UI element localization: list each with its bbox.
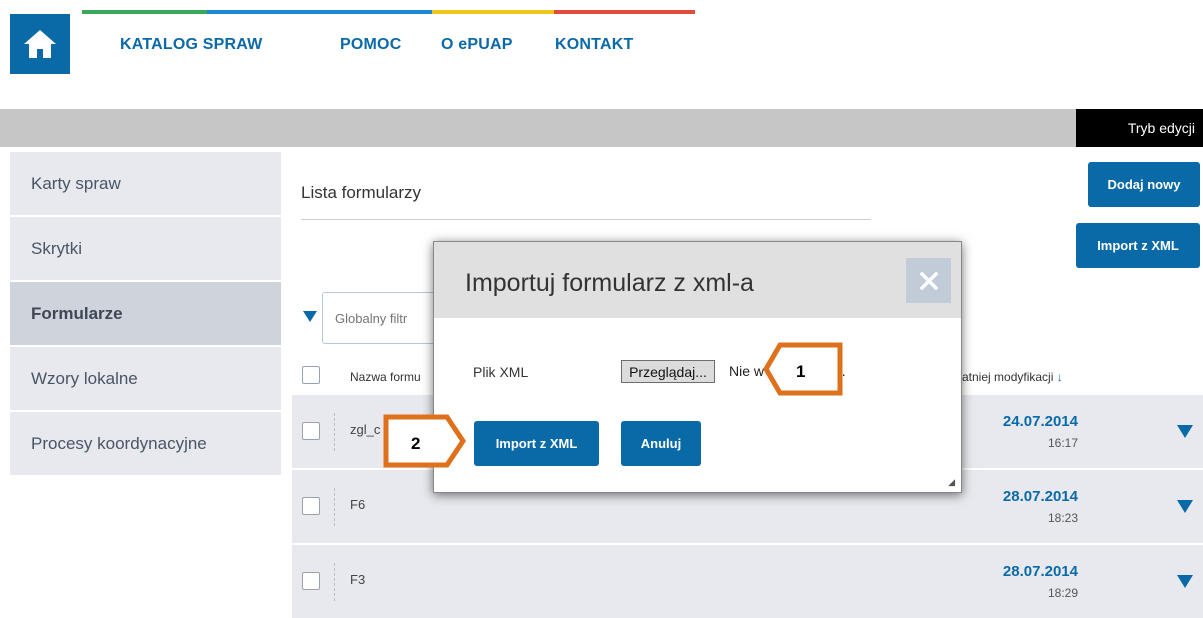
dialog-import-button[interactable]: Import z XML bbox=[474, 421, 599, 466]
select-all-checkbox[interactable] bbox=[302, 366, 320, 384]
import-xml-button[interactable]: Import z XML bbox=[1076, 223, 1200, 268]
sidebar-item-formularze[interactable]: Formularze bbox=[10, 282, 281, 347]
chevron-down-icon[interactable] bbox=[1177, 425, 1193, 438]
page-title: Lista formularzy bbox=[301, 183, 421, 202]
add-new-button[interactable]: Dodaj nowy bbox=[1088, 162, 1200, 207]
column-header-modified[interactable]: atniej modyfikacji ↓ bbox=[962, 370, 1063, 384]
close-icon bbox=[919, 271, 938, 290]
callout-2-number: 2 bbox=[411, 434, 420, 453]
home-button[interactable] bbox=[10, 14, 70, 74]
file-field-label: Plik XML bbox=[473, 364, 529, 380]
resize-handle-icon[interactable]: ◢ bbox=[948, 477, 955, 488]
browse-file-button[interactable]: Przeglądaj... bbox=[621, 360, 715, 383]
sidebar-item-procesy-koordynacyjne[interactable]: Procesy koordynacyjne bbox=[10, 412, 281, 477]
row-date: 28.07.2014 bbox=[1002, 563, 1078, 580]
row-checkbox[interactable] bbox=[302, 422, 320, 440]
sidebar-item-label: Formularze bbox=[31, 303, 123, 323]
row-separator bbox=[334, 488, 335, 526]
sidebar-item-skrytki[interactable]: Skrytki bbox=[10, 217, 281, 282]
toolbar-bar bbox=[0, 109, 1203, 147]
edit-mode-label: Tryb edycji bbox=[1127, 120, 1195, 136]
sidebar: Karty spraw Skrytki Formularze Wzory lok… bbox=[10, 152, 281, 477]
arrow-down-icon: ↓ bbox=[1056, 370, 1063, 384]
nav-kontakt[interactable]: KONTAKT bbox=[555, 36, 633, 54]
home-icon bbox=[24, 30, 56, 58]
sidebar-item-label: Wzory lokalne bbox=[31, 368, 138, 388]
row-date: 28.07.2014 bbox=[1002, 488, 1078, 505]
row-time: 18:23 bbox=[1047, 511, 1078, 525]
row-name: zgl_c bbox=[350, 422, 381, 437]
row-time: 16:17 bbox=[1047, 436, 1078, 450]
row-name: F3 bbox=[350, 572, 366, 587]
row-checkbox[interactable] bbox=[302, 497, 320, 515]
row-separator bbox=[334, 413, 335, 451]
row-date: 24.07.2014 bbox=[1002, 413, 1078, 430]
sidebar-item-label: Skrytki bbox=[31, 238, 82, 258]
chevron-down-icon[interactable] bbox=[1177, 500, 1193, 513]
callout-1-number: 1 bbox=[796, 362, 805, 381]
callout-1: 1 bbox=[763, 342, 843, 396]
chevron-down-icon[interactable] bbox=[1177, 575, 1193, 588]
sidebar-item-karty-spraw[interactable]: Karty spraw bbox=[10, 152, 281, 217]
dialog-cancel-label: Anuluj bbox=[640, 436, 682, 451]
sidebar-item-label: Procesy koordynacyjne bbox=[31, 433, 207, 453]
table-row[interactable]: F3 28.07.2014 18:29 bbox=[292, 545, 1203, 618]
dialog-close-button[interactable] bbox=[906, 258, 951, 303]
color-stripe-red bbox=[554, 10, 695, 14]
nav-pomoc[interactable]: POMOC bbox=[340, 36, 401, 54]
sidebar-item-label: Karty spraw bbox=[31, 173, 121, 193]
nav-katalog-spraw[interactable]: KATALOG SPRAW bbox=[120, 36, 262, 54]
callout-2: 2 bbox=[383, 414, 467, 468]
dialog-import-label: Import z XML bbox=[495, 436, 578, 451]
row-name: F6 bbox=[350, 497, 366, 512]
import-xml-dialog: Importuj formularz z xml-a Plik XML Prze… bbox=[433, 241, 962, 493]
sidebar-item-wzory-lokalne[interactable]: Wzory lokalne bbox=[10, 347, 281, 412]
color-stripe-blue bbox=[207, 10, 432, 14]
browse-file-label: Przeglądaj... bbox=[629, 363, 707, 380]
add-new-label: Dodaj nowy bbox=[1107, 177, 1181, 192]
column-header-modified-label: atniej modyfikacji bbox=[962, 370, 1054, 384]
import-xml-label: Import z XML bbox=[1097, 238, 1179, 253]
color-stripe-green bbox=[82, 10, 207, 14]
nav-o-epuap[interactable]: O ePUAP bbox=[441, 36, 513, 54]
column-header-name[interactable]: Nazwa formu bbox=[350, 370, 421, 384]
filter-toggle-icon[interactable] bbox=[303, 311, 317, 322]
dialog-title: Importuj formularz z xml-a bbox=[465, 269, 754, 297]
edit-mode-button[interactable]: Tryb edycji bbox=[1076, 109, 1203, 147]
row-separator bbox=[334, 563, 335, 601]
color-stripe-yellow bbox=[432, 10, 554, 14]
dialog-cancel-button[interactable]: Anuluj bbox=[621, 421, 701, 466]
row-checkbox[interactable] bbox=[302, 572, 320, 590]
row-time: 18:29 bbox=[1047, 586, 1078, 600]
title-divider bbox=[301, 219, 871, 220]
